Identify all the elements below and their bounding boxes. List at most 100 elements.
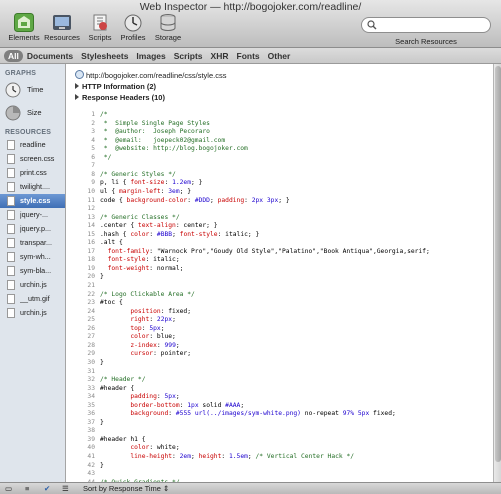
- line-number: 40: [87, 444, 95, 452]
- line-number: 27: [87, 333, 95, 341]
- line-number: 41: [87, 453, 95, 460]
- code-line: padding: 5px;: [130, 393, 180, 401]
- sort-select[interactable]: Sort by Response Time ⇕: [83, 484, 169, 493]
- filter-images[interactable]: Images: [132, 50, 169, 62]
- line-number: 38: [87, 427, 95, 435]
- resource-item[interactable]: screen.css: [0, 152, 65, 166]
- resource-label: __utm.gif: [20, 294, 50, 303]
- image-file-icon: [7, 252, 15, 262]
- sidebar: GRAPHS Time Size RESOURCES readline scre…: [0, 64, 66, 482]
- response-headers-disclosure[interactable]: Response Headers (10): [75, 93, 165, 102]
- filter-other[interactable]: Other: [264, 50, 295, 62]
- line-number: 29: [87, 350, 95, 358]
- disclosure-triangle-icon: [75, 83, 79, 89]
- scrollbar-thumb[interactable]: [495, 66, 501, 462]
- resource-item[interactable]: sym-wh...: [0, 250, 65, 264]
- filter-scripts[interactable]: Scripts: [170, 50, 207, 62]
- sort-label: Sort by Response Time: [83, 484, 161, 493]
- list-icon[interactable]: ☰: [62, 484, 69, 493]
- code-line: right: 22px;: [130, 316, 176, 324]
- resource-label: sym-wh...: [20, 252, 51, 261]
- checkmark-icon[interactable]: ✔: [44, 484, 50, 493]
- sidebar-item-size[interactable]: Size: [0, 102, 65, 124]
- vertical-scrollbar[interactable]: [493, 64, 501, 482]
- source-code-view[interactable]: 1 /* 2 * Simple Single Page Styles 3 * @aut…: [67, 109, 493, 482]
- line-number: 9: [91, 179, 95, 187]
- resource-item[interactable]: readline: [0, 138, 65, 152]
- resource-item[interactable]: jquery.p...: [0, 222, 65, 236]
- sidebar-item-time[interactable]: Time: [0, 79, 65, 101]
- line-number: 16: [87, 239, 95, 247]
- resource-url-row: http://bogojoker.com/readline/css/style.…: [75, 70, 226, 80]
- code-line: }: [100, 273, 104, 281]
- code-line: * @author: Joseph Pecoraro: [100, 128, 210, 136]
- resource-item[interactable]: jquery-...: [0, 208, 65, 222]
- storage-button[interactable]: Storage: [145, 13, 191, 42]
- code-line: color: blue;: [130, 333, 176, 341]
- code-line: * Simple Single Page Styles: [100, 119, 210, 127]
- scripts-icon: [90, 13, 110, 32]
- line-number: 36: [87, 410, 95, 418]
- line-number: 19: [87, 264, 95, 272]
- script-file-icon: [7, 210, 15, 220]
- line-number: 17: [87, 247, 95, 255]
- filter-documents[interactable]: Documents: [23, 50, 77, 62]
- resource-label: transpar...: [20, 238, 52, 247]
- line-number: 34: [87, 393, 95, 401]
- code-line: .alt {: [100, 239, 123, 247]
- http-information-disclosure[interactable]: HTTP Information (2): [75, 82, 156, 91]
- code-line: position: fixed;: [130, 307, 192, 315]
- resource-item[interactable]: urchin.js: [0, 278, 65, 292]
- line-number: 28: [87, 341, 95, 349]
- filter-xhr[interactable]: XHR: [207, 50, 233, 62]
- script-file-icon: [7, 308, 15, 318]
- resource-item[interactable]: print.css: [0, 166, 65, 180]
- code-line: /* Generic Styles */: [100, 170, 176, 178]
- code-line: font-family: "Warnock Pro","Goudy Old St…: [107, 247, 430, 255]
- document-icon: [7, 140, 15, 150]
- resource-label: readline: [20, 140, 46, 149]
- resource-label: jquery.p...: [20, 224, 52, 233]
- code-line: background: #555 url(../images/sym-white…: [130, 410, 396, 418]
- resource-item[interactable]: urchin.js: [0, 306, 65, 320]
- code-line: color: white;: [130, 444, 180, 452]
- pie-chart-icon: [5, 105, 21, 121]
- line-number: 4: [91, 136, 95, 144]
- line-number: 42: [87, 461, 95, 469]
- code-line: }: [100, 418, 104, 426]
- code-line: /*: [100, 111, 108, 118]
- line-number: 14: [87, 222, 95, 230]
- code-line: #toc {: [100, 299, 123, 307]
- resource-url: http://bogojoker.com/readline/css/style.…: [86, 71, 227, 80]
- profiles-icon: [123, 13, 143, 32]
- dock-icon[interactable]: ▭: [5, 484, 12, 493]
- resource-item[interactable]: __utm.gif: [0, 292, 65, 306]
- line-number: 6: [91, 153, 95, 161]
- resource-label: print.css: [20, 168, 47, 177]
- line-number: 37: [87, 418, 95, 426]
- resource-content-view: http://bogojoker.com/readline/css/style.…: [67, 64, 493, 482]
- search-input[interactable]: [361, 17, 491, 33]
- line-number: 43: [87, 470, 95, 478]
- console-icon[interactable]: ≡: [25, 484, 29, 493]
- search-label: Search Resources: [395, 37, 457, 46]
- resource-item[interactable]: sym-bla...: [0, 264, 65, 278]
- filter-stylesheets[interactable]: Stylesheets: [77, 50, 132, 62]
- resource-item-selected[interactable]: style.css: [0, 194, 65, 208]
- resource-item[interactable]: twilight....: [0, 180, 65, 194]
- code-line: cursor: pointer;: [130, 350, 192, 358]
- clock-icon: [5, 82, 21, 98]
- code-line: }: [100, 358, 104, 366]
- elements-label: Elements: [8, 33, 40, 42]
- line-number: 3: [91, 128, 95, 136]
- image-file-icon: [7, 238, 15, 248]
- filter-fonts[interactable]: Fonts: [233, 50, 264, 62]
- filter-all[interactable]: All: [4, 50, 23, 62]
- profiles-label: Profiles: [120, 33, 146, 42]
- code-line: code { background-color: #DDD; padding: …: [100, 196, 290, 204]
- resource-item[interactable]: transpar...: [0, 236, 65, 250]
- elements-icon: [14, 13, 34, 32]
- line-number: 24: [87, 307, 95, 315]
- scripts-label: Scripts: [88, 33, 112, 42]
- line-number: 10: [87, 187, 95, 195]
